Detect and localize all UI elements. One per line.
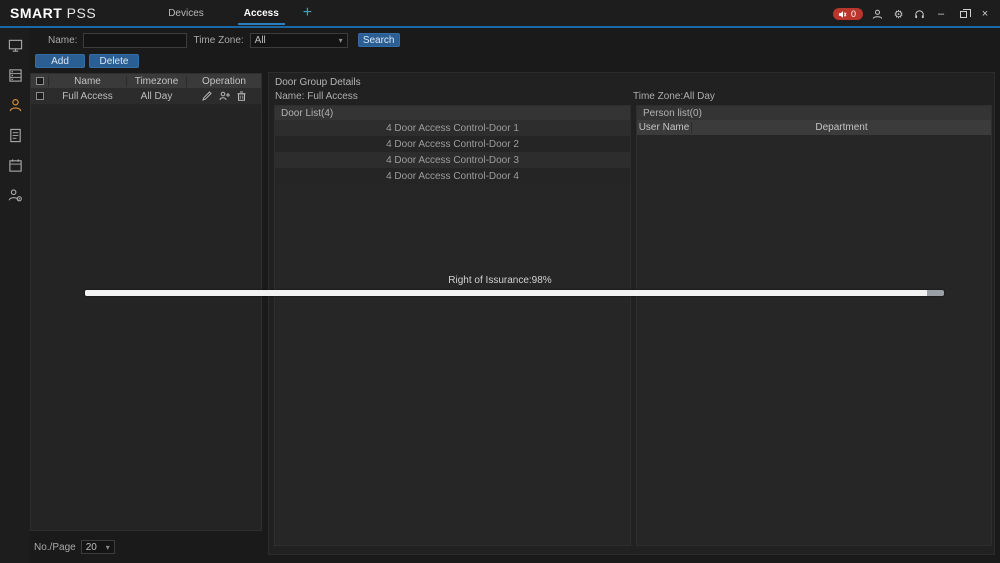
progress-fill (85, 290, 927, 296)
row-operations (186, 91, 261, 101)
logo-pss: PSS (67, 5, 97, 21)
details-title: Door Group Details (275, 77, 361, 88)
page-size-value: 20 (86, 542, 97, 553)
row-checkbox[interactable] (36, 92, 44, 100)
filter-row: Name: Time Zone: All ▾ Search (30, 30, 1000, 50)
titlebar: SMART PSS Devices Access + 0 ⚙ – × (0, 0, 1000, 26)
table-row[interactable]: Full Access All Day (31, 88, 261, 105)
tab-access[interactable]: Access (224, 0, 299, 26)
name-input[interactable] (83, 33, 187, 48)
restore-icon[interactable] (956, 8, 970, 21)
name-label: Name: (48, 35, 77, 46)
person-list: Person list(0) User Name Department (636, 105, 992, 546)
main-tabs: Devices Access + (148, 0, 312, 26)
add-person-icon[interactable] (219, 91, 230, 101)
col-header-user-name: User Name (637, 122, 692, 133)
row-name: Full Access (48, 91, 126, 102)
log-icon[interactable] (7, 127, 24, 144)
table-header: Name Timezone Operation (31, 74, 261, 88)
door-group-details-panel: Door Group Details Name: Full Access Tim… (268, 72, 995, 555)
issuance-progress-label: Right of Issurance:98% (0, 275, 1000, 286)
action-buttons: Add Delete (35, 54, 139, 68)
mute-speaker-icon (838, 10, 847, 19)
logo-smart: SMART (10, 5, 62, 21)
search-button[interactable]: Search (358, 33, 400, 47)
row-timezone: All Day (126, 91, 186, 102)
chevron-down-icon: ▾ (339, 36, 343, 45)
delete-button[interactable]: Delete (89, 54, 139, 68)
person-list-title: Person list(0) (637, 106, 991, 120)
door-list-item[interactable]: 4 Door Access Control-Door 1 (275, 120, 630, 136)
alarm-badge[interactable]: 0 (833, 8, 863, 20)
titlebar-right: 0 ⚙ – × (833, 0, 992, 26)
details-name: Name: Full Access (275, 91, 358, 102)
headset-icon[interactable] (913, 8, 926, 21)
door-list: Door List(4) 4 Door Access Control-Door … (274, 105, 631, 546)
timezone-dropdown[interactable]: All ▾ (250, 33, 348, 48)
timezone-label: Time Zone: (193, 35, 243, 46)
add-button[interactable]: Add (35, 54, 85, 68)
accent-divider (0, 26, 1000, 28)
tab-devices[interactable]: Devices (148, 0, 224, 26)
chevron-down-icon: ▾ (106, 543, 110, 552)
live-view-icon[interactable] (7, 37, 24, 54)
alarm-count: 0 (851, 9, 856, 19)
col-header-department: Department (692, 122, 991, 133)
page-size-dropdown[interactable]: 20 ▾ (81, 540, 115, 554)
user-icon[interactable] (871, 8, 884, 21)
gear-icon[interactable]: ⚙ (892, 8, 905, 21)
close-icon[interactable]: × (978, 8, 992, 21)
timezone-value: All (255, 35, 266, 46)
issuance-progress-bar (85, 290, 944, 296)
details-timezone: Time Zone:All Day (633, 91, 715, 102)
col-header-operation: Operation (186, 76, 261, 87)
door-list-item[interactable]: 4 Door Access Control-Door 2 (275, 136, 630, 152)
col-header-name: Name (48, 76, 126, 87)
edit-icon[interactable] (202, 91, 212, 101)
pager: No./Page 20 ▾ (34, 540, 115, 554)
person-list-header: User Name Department (637, 120, 991, 135)
select-all-checkbox[interactable] (36, 77, 44, 85)
minimize-icon[interactable]: – (934, 8, 948, 21)
page-size-label: No./Page (34, 542, 76, 553)
device-manager-icon[interactable] (7, 67, 24, 84)
delete-trash-icon[interactable] (237, 91, 246, 101)
person-icon[interactable] (7, 97, 24, 114)
door-list-item[interactable]: 4 Door Access Control-Door 3 (275, 152, 630, 168)
sidebar (0, 28, 30, 563)
new-tab-button[interactable]: + (303, 0, 312, 26)
attendance-icon[interactable] (7, 157, 24, 174)
door-list-title: Door List(4) (275, 106, 630, 120)
app-logo: SMART PSS (10, 5, 96, 21)
access-settings-icon[interactable] (7, 187, 24, 204)
door-group-table: Name Timezone Operation Full Access All … (30, 73, 262, 531)
col-header-timezone: Timezone (126, 76, 186, 87)
door-list-item[interactable]: 4 Door Access Control-Door 4 (275, 168, 630, 184)
